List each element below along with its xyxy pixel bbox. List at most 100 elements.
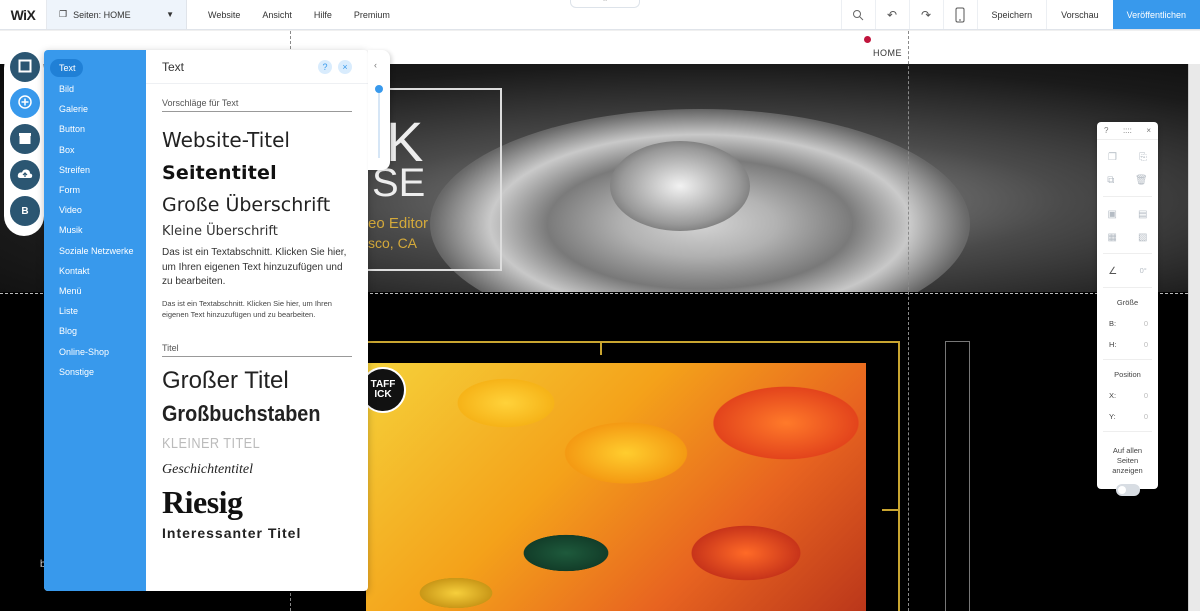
zoom-icon[interactable] [840, 0, 875, 29]
site-nav-home[interactable]: HOME [873, 48, 902, 58]
upload-button[interactable] [10, 160, 40, 190]
hero-subtitle-2[interactable]: sco, CA [368, 235, 417, 251]
text-presets-pane: Text ? × Vorschläge für Text Website-Tit… [146, 50, 368, 591]
category-box[interactable]: Box [44, 140, 146, 160]
undo-icon[interactable]: ↶ [874, 0, 909, 29]
category-text[interactable]: Text [50, 59, 83, 77]
preset-story-title[interactable]: Geschichtentitel [162, 462, 352, 478]
preset-paragraph-small[interactable]: Das ist ein Textabschnitt. Klicken Sie h… [162, 298, 352, 321]
arrange-icon[interactable]: ▣ [1108, 209, 1117, 220]
y-field[interactable]: Y: 0 [1097, 412, 1158, 421]
menu-view[interactable]: Ansicht [251, 10, 303, 20]
tool-row-rotate: ∠ 0° [1097, 266, 1158, 277]
section-titles: Titel [162, 343, 352, 357]
tools-divider [1103, 359, 1152, 360]
preset-big-heading[interactable]: Große Überschrift [162, 194, 352, 216]
redo-icon[interactable]: ↷ [908, 0, 943, 29]
tool-row-arrange: ▣ ▤ [1097, 209, 1158, 220]
duplicate-icon[interactable]: ⧉ [1107, 175, 1114, 186]
delete-icon[interactable]: 🗑︎ [1135, 175, 1148, 186]
menu-help[interactable]: Hilfe [303, 10, 343, 20]
rotate-icon[interactable]: ∠ [1108, 266, 1117, 277]
mobile-view-icon[interactable] [942, 0, 977, 29]
height-field[interactable]: H: 0 [1097, 340, 1158, 349]
preview-button[interactable]: Vorschau [1046, 0, 1113, 29]
preset-big-title[interactable]: Großer Titel [162, 367, 352, 395]
app-market-button[interactable] [10, 124, 40, 154]
category-social[interactable]: Soziale Netzwerke [44, 241, 146, 261]
tools-close-icon[interactable]: × [1146, 126, 1151, 135]
home-nav-indicator [864, 36, 871, 43]
publish-button[interactable]: Veröffentlichen [1112, 0, 1200, 29]
drag-handle-icon[interactable]: :::: [1123, 126, 1132, 135]
app-market-icon [18, 131, 32, 148]
preset-small-heading[interactable]: Kleine Überschrift [162, 224, 352, 239]
category-button[interactable]: Button [44, 119, 146, 139]
preset-page-title[interactable]: Seitentitel [162, 162, 352, 184]
category-list[interactable]: Liste [44, 301, 146, 321]
category-online-shop[interactable]: Online-Shop [44, 341, 146, 361]
preset-paragraph-large[interactable]: Das ist ein Textabschnitt. Klicken Sie h… [162, 246, 352, 290]
canvas-scrollbar[interactable] [1188, 64, 1200, 611]
category-shape[interactable]: Form [44, 180, 146, 200]
layout-tools-panel: ? :::: × ❐ ⎘ ⧉ 🗑︎ ▣ ▤ ▦ ▧ ∠ 0° Größe B: … [1097, 122, 1158, 496]
title-preset-list: Großer Titel Großbuchstaben KLEINER TITE… [146, 367, 368, 541]
scroll-track[interactable] [378, 88, 380, 158]
angle-value[interactable]: 0° [1140, 266, 1147, 277]
paste-icon[interactable]: ⎘ [1139, 152, 1147, 163]
tool-row-copy: ❐ ⎘ [1097, 152, 1158, 163]
pages-dropdown[interactable]: ❐ Seiten: HOME ▼ [47, 0, 187, 29]
collapse-topbar-toggle[interactable]: ⌃ [570, 0, 640, 8]
category-menu[interactable]: Menü [44, 281, 146, 301]
panel-side-scroller[interactable]: ‹ [368, 50, 390, 170]
preset-interesting-title[interactable]: Interessanter Titel [162, 525, 352, 541]
category-image[interactable]: Bild [44, 79, 146, 99]
show-on-all-pages-label: Auf allen Seiten anzeigen [1112, 446, 1143, 475]
tools-help-icon[interactable]: ? [1104, 126, 1108, 135]
category-video[interactable]: Video [44, 200, 146, 220]
preset-site-title[interactable]: Website-Titel [162, 128, 352, 152]
preset-huge-title[interactable]: Riesig [162, 484, 352, 521]
category-music[interactable]: Musik [44, 220, 146, 240]
hero-subtitle-1[interactable]: eo Editor [368, 215, 428, 232]
preset-small-title[interactable]: KLEINER TITEL [162, 435, 324, 452]
width-value[interactable]: 0 [1144, 319, 1148, 328]
close-icon[interactable]: × [338, 59, 352, 74]
wix-logo[interactable]: WiX [0, 0, 47, 29]
y-value[interactable]: 0 [1144, 412, 1148, 421]
preset-caps-title[interactable]: Großbuchstaben [162, 401, 333, 427]
show-on-all-pages-toggle[interactable] [1115, 484, 1140, 496]
scroll-thumb[interactable] [375, 85, 383, 93]
gray-line-decoration [945, 341, 970, 611]
tool-row-distribute: ▦ ▧ [1097, 232, 1158, 243]
tools-divider [1103, 253, 1152, 254]
x-field[interactable]: X: 0 [1097, 391, 1158, 400]
height-value[interactable]: 0 [1144, 340, 1148, 349]
menu-premium[interactable]: Premium [343, 10, 401, 20]
chevron-left-icon[interactable]: ‹ [374, 60, 377, 70]
match-size-icon[interactable]: ▧ [1138, 232, 1147, 243]
tools-divider [1103, 196, 1152, 197]
tools-header: ? :::: × [1097, 122, 1158, 140]
tools-divider [1103, 431, 1152, 432]
category-contact[interactable]: Kontakt [44, 261, 146, 281]
blog-button[interactable]: B [10, 196, 40, 226]
add-button[interactable] [10, 88, 40, 118]
save-button[interactable]: Speichern [976, 0, 1047, 29]
background-button[interactable] [10, 52, 40, 82]
position-label: Position [1114, 370, 1141, 379]
section-text-suggestions: Vorschläge für Text [162, 98, 352, 112]
x-value[interactable]: 0 [1144, 391, 1148, 400]
copy-icon[interactable]: ❐ [1108, 152, 1117, 163]
menu-website[interactable]: Website [197, 10, 251, 20]
category-gallery[interactable]: Galerie [44, 99, 146, 119]
distribute-icon[interactable]: ▦ [1108, 232, 1117, 243]
category-other[interactable]: Sonstige [44, 362, 146, 382]
help-icon[interactable]: ? [318, 59, 332, 74]
width-field[interactable]: B: 0 [1097, 319, 1158, 328]
left-tool-rail: B [4, 48, 44, 236]
category-strip[interactable]: Streifen [44, 160, 146, 180]
category-blog[interactable]: Blog [44, 321, 146, 341]
align-icon[interactable]: ▤ [1138, 209, 1147, 220]
feathers-video-image[interactable] [366, 363, 866, 611]
